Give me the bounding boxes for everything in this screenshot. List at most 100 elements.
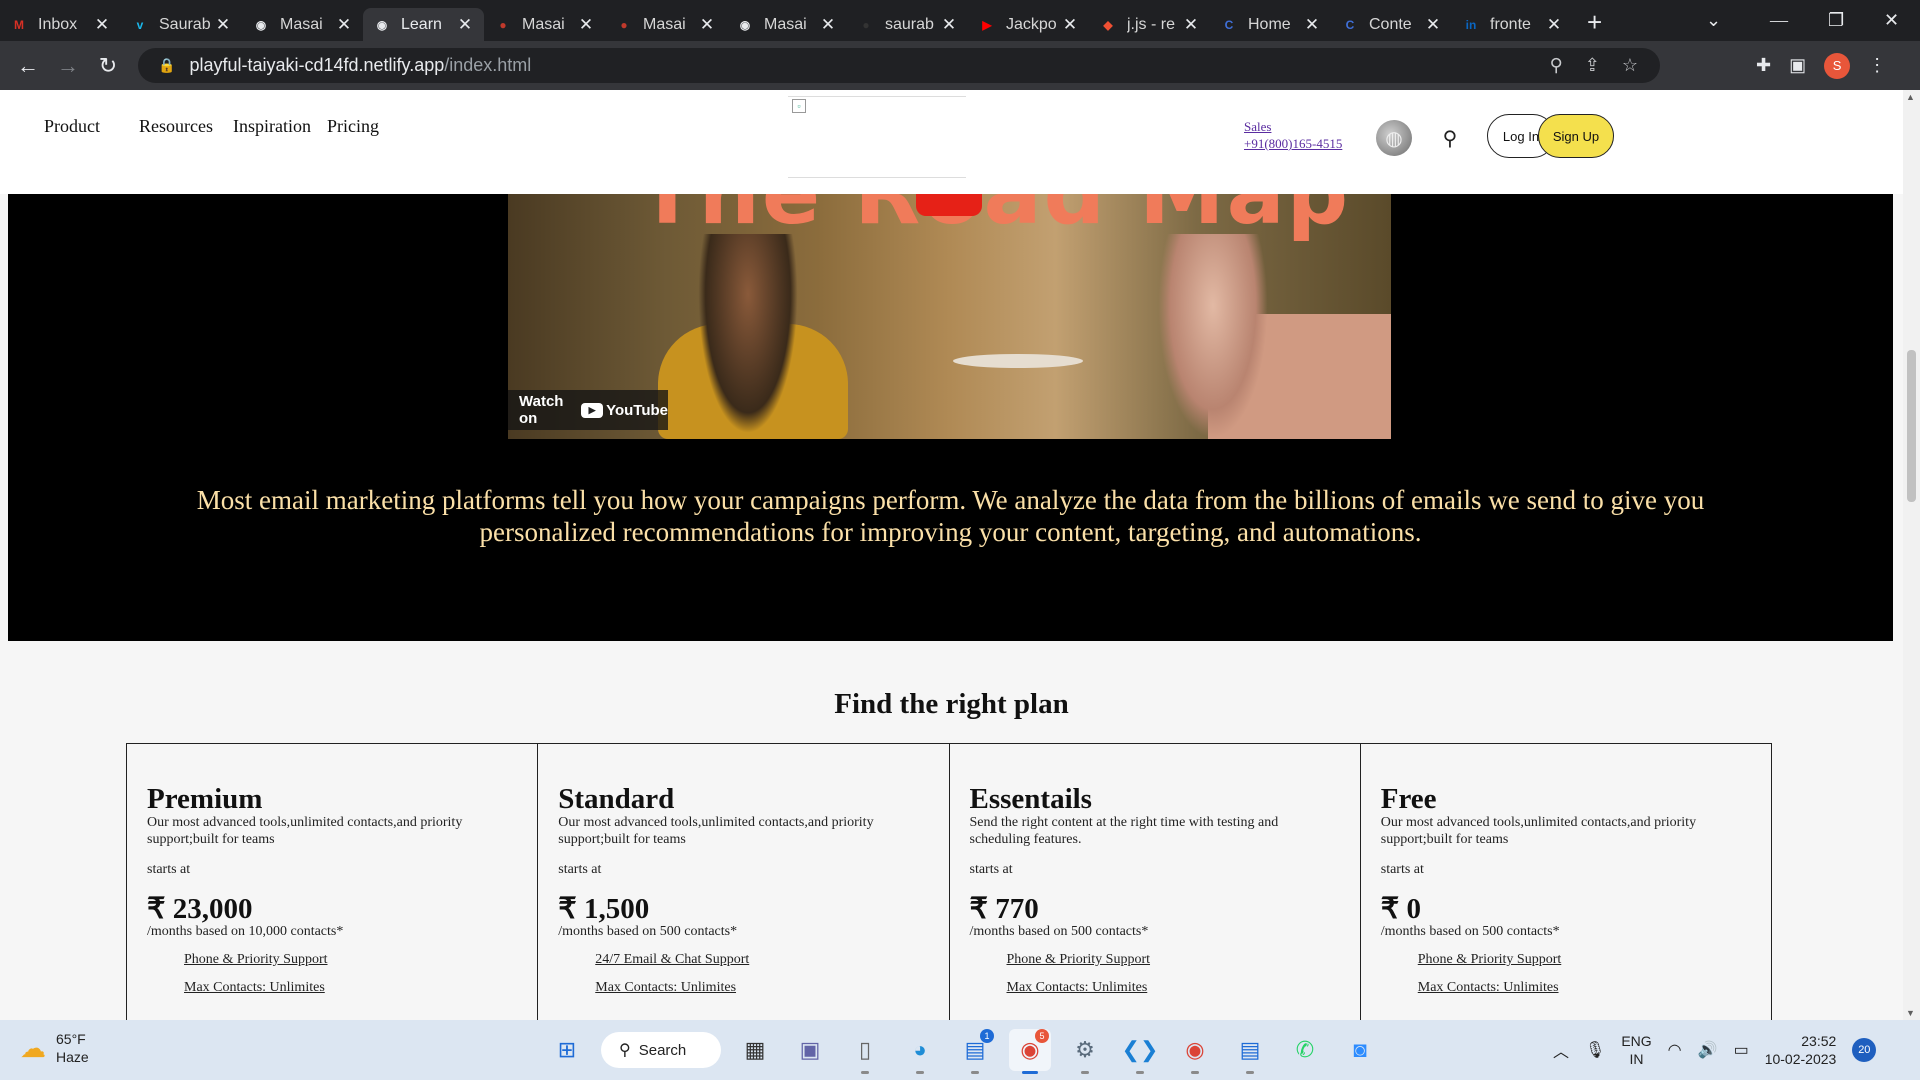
sales-label[interactable]: Sales [1244,118,1342,135]
new-tab-button[interactable]: + [1587,7,1602,38]
plan-price: ₹ 23,000 [147,893,253,925]
notification-count[interactable]: 20 [1852,1038,1877,1062]
plan-feature-link[interactable]: 24/7 Email & Chat Support [595,952,930,968]
browser-tab[interactable]: ● Masai ✕ [605,8,726,41]
notepad-icon[interactable]: ▤ [1229,1029,1271,1074]
store-icon[interactable]: ▤ 1 [954,1029,996,1074]
globe-icon[interactable]: ◍ [1376,120,1412,156]
forward-icon[interactable]: → [48,53,88,79]
zoom-icon[interactable]: ⚲ [1550,55,1563,76]
site-logo[interactable]: ▫ [788,96,966,178]
settings-gear-icon[interactable]: ⚙ [1064,1029,1106,1074]
tab-title: Jackpo [1006,15,1057,33]
address-bar[interactable]: 🔒 playful-taiyaki-cd14fd.netlify.app /in… [138,48,1660,83]
tab-close-icon[interactable]: ✕ [454,15,476,35]
task-view-icon[interactable]: ▦ [734,1029,776,1071]
reload-icon[interactable]: ↻ [88,53,128,79]
browser-tab[interactable]: ● Masai ✕ [484,8,605,41]
browser-tab[interactable]: ◉ Masai ✕ [242,8,363,41]
taskbar-search[interactable]: ⚲ Search [601,1032,721,1068]
tab-title: saurab [885,15,934,33]
browser-tab-strip: M Inbox ✕ v Saurab ✕ ◉ Masai ✕ ◉ Learn ✕ ● Masai ✕ ● Mas… [0,0,1920,41]
microphone-icon[interactable]: 🎙 [1585,1040,1605,1060]
browser-tab[interactable]: v Saurab ✕ [121,8,242,41]
browser-tab[interactable]: M Inbox ✕ [0,8,121,41]
browser-tab[interactable]: ● saurab ✕ [847,8,968,41]
language-indicator[interactable]: ENG IN [1621,1032,1651,1068]
sales-phone[interactable]: +91(800)165-4515 [1244,135,1342,152]
browser-tab[interactable]: in fronte ✕ [1452,8,1573,41]
sales-contact[interactable]: Sales +91(800)165-4515 [1244,118,1342,152]
browser-tab[interactable]: ◉ Learn ✕ [363,8,484,41]
youtube-embed[interactable]: The Road Map Watch on ▶ YouTube [508,194,1391,439]
tab-close-icon[interactable]: ✕ [91,15,113,35]
tab-close-icon[interactable]: ✕ [1059,15,1081,35]
weather-widget[interactable]: ☁ 65°F Haze [20,1030,89,1066]
plan-feature-link[interactable]: Phone & Priority Support [184,952,519,968]
tab-title: Inbox [38,15,78,33]
share-icon[interactable]: ⇪ [1585,55,1600,76]
restore-icon[interactable]: ❐ [1828,0,1844,41]
tab-close-icon[interactable]: ✕ [575,15,597,35]
scrollbar-thumb[interactable] [1907,350,1916,502]
clock[interactable]: 23:52 10-02-2023 [1765,1032,1837,1068]
plan-feature-link[interactable]: Max Contacts: Unlimites [595,980,930,996]
file-icon[interactable]: ▯ [844,1029,886,1074]
browser-tab[interactable]: ◆ j.js - re ✕ [1089,8,1210,41]
tab-close-icon[interactable]: ✕ [1180,15,1202,35]
tab-close-icon[interactable]: ✕ [817,15,839,35]
tab-close-icon[interactable]: ✕ [333,15,355,35]
edge-icon[interactable]: ◕ [899,1029,941,1074]
tab-close-icon[interactable]: ✕ [1301,15,1323,35]
zoom-icon[interactable]: ◙ [1339,1029,1381,1071]
whatsapp-icon[interactable]: ✆ [1284,1029,1326,1071]
chrome-profile-icon[interactable]: ◉ [1174,1029,1216,1074]
plan-feature-link[interactable]: Max Contacts: Unlimites [1007,980,1342,996]
tab-search-icon[interactable]: ⌄ [1706,0,1721,41]
nav-product[interactable]: Product [44,116,139,137]
tab-title: Masai [280,15,323,33]
nav-inspiration[interactable]: Inspiration [233,116,327,137]
browser-tab[interactable]: C Conte ✕ [1331,8,1452,41]
plan-feature-link[interactable]: Phone & Priority Support [1007,952,1342,968]
start-icon[interactable]: ⊞ [546,1029,588,1071]
tab-close-icon[interactable]: ✕ [696,15,718,35]
tab-close-icon[interactable]: ✕ [1543,15,1565,35]
tab-close-icon[interactable]: ✕ [1422,15,1444,35]
vscode-icon[interactable]: ❮❯ [1119,1029,1161,1074]
nav-resources[interactable]: Resources [139,116,233,137]
battery-icon[interactable]: ▭ [1734,1040,1749,1060]
plan-card: Premium Our most advanced tools,unlimited… [127,744,539,1020]
watch-on-youtube-link[interactable]: Watch on ▶ YouTube [508,390,668,430]
tab-close-icon[interactable]: ✕ [938,15,960,35]
extensions-icon[interactable]: ✚ [1756,55,1771,76]
profile-avatar[interactable]: S [1824,52,1851,79]
scroll-down-icon[interactable]: ▼ [1906,1008,1915,1018]
show-hidden-icons-icon[interactable]: ︿ [1553,1038,1569,1062]
back-icon[interactable]: ← [8,53,48,79]
plan-feature-link[interactable]: Phone & Priority Support [1418,952,1753,968]
signup-button[interactable]: Sign Up [1538,114,1614,158]
teams-chat-icon[interactable]: ▣ [789,1029,831,1071]
url-path: /index.html [444,55,532,75]
plan-description: Our most advanced tools,unlimited contac… [147,815,463,847]
bookmark-star-icon[interactable]: ☆ [1622,55,1638,76]
minimize-icon[interactable]: — [1770,0,1788,41]
chrome-icon[interactable]: ◉ 5 [1009,1029,1051,1074]
browser-tab[interactable]: ◉ Masai ✕ [726,8,847,41]
browser-tab[interactable]: ▶ Jackpo ✕ [968,8,1089,41]
tab-close-icon[interactable]: ✕ [212,15,234,35]
side-panel-icon[interactable]: ▣ [1789,55,1806,76]
search-icon[interactable]: ⚲ [1432,120,1468,156]
wifi-icon[interactable]: ◠ [1668,1040,1682,1060]
volume-icon[interactable]: 🔊 [1698,1040,1718,1060]
plan-feature-link[interactable]: Max Contacts: Unlimites [1418,980,1753,996]
plan-feature-link[interactable]: Max Contacts: Unlimites [184,980,519,996]
play-button[interactable] [916,194,982,216]
page-scrollbar[interactable]: ▲ ▼ [1903,90,1920,1020]
scroll-up-icon[interactable]: ▲ [1906,92,1915,102]
close-window-icon[interactable]: ✕ [1884,0,1899,41]
menu-kebab-icon[interactable]: ⋮ [1868,55,1886,76]
browser-tab[interactable]: C Home ✕ [1210,8,1331,41]
nav-pricing[interactable]: Pricing [327,116,379,137]
